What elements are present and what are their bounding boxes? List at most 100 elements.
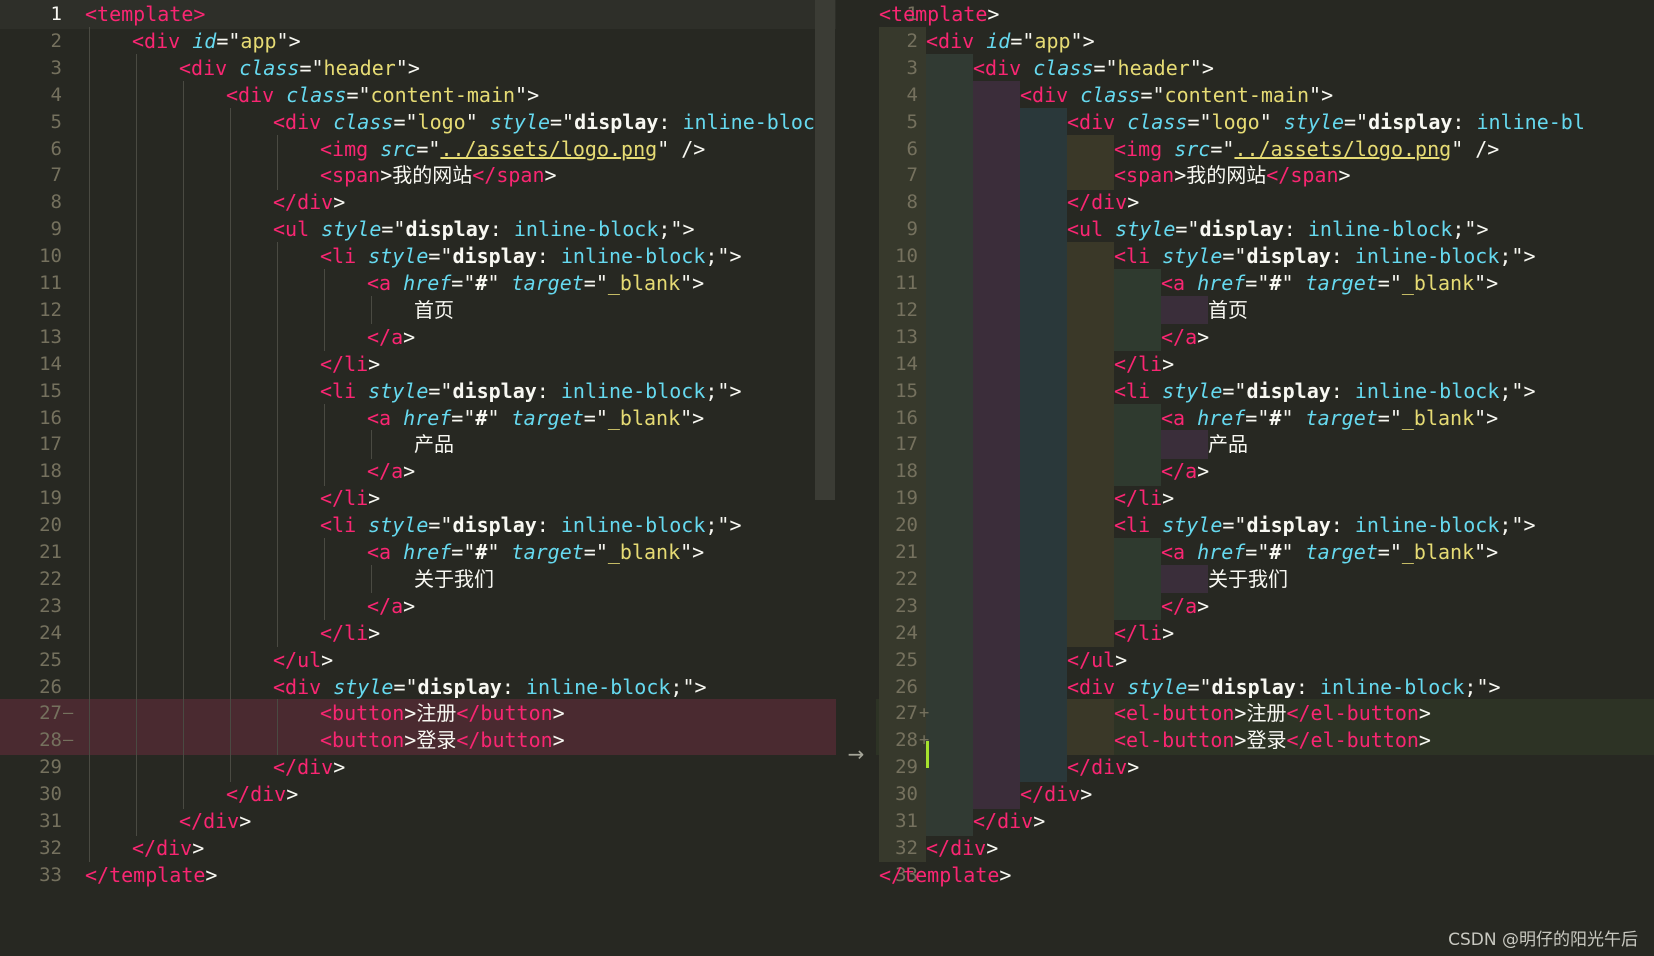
- line-number: 32: [39, 836, 62, 859]
- code-line[interactable]: 11 <a href="#" target="_blank">: [876, 269, 1654, 298]
- left-pane-scrollbar[interactable]: [815, 0, 835, 500]
- indent-guide: [136, 511, 137, 540]
- tag-token: <template: [879, 2, 988, 26]
- code-line[interactable]: 17 产品: [876, 430, 1654, 459]
- code-line[interactable]: 24 </li>: [0, 618, 836, 648]
- code-line[interactable]: 13 </a>: [876, 322, 1654, 352]
- code-line[interactable]: 28— <button>登录</button>: [0, 726, 836, 755]
- code-line[interactable]: 2 <div id="app">: [0, 26, 836, 56]
- value-token: inline-block: [560, 378, 706, 403]
- code-line[interactable]: 29 </div>: [876, 753, 1654, 782]
- code-line[interactable]: 20 <li style="display: inline-block;">: [0, 511, 836, 540]
- code-line[interactable]: 8 </div>: [0, 188, 836, 217]
- code-line[interactable]: 27 + <el-button>注册</el-button>: [876, 699, 1654, 728]
- code-line[interactable]: 6 <img src="../assets/logo.png" />: [876, 134, 1654, 163]
- line-number: 32: [895, 836, 918, 859]
- value-token: inline-bl: [1476, 109, 1585, 134]
- code-line[interactable]: 25 </ul>: [0, 645, 836, 675]
- indent-guide: [136, 242, 137, 271]
- code-line[interactable]: 7 <span>我的网站</span>: [876, 161, 1654, 190]
- code-line[interactable]: 15 <li style="display: inline-block;">: [876, 376, 1654, 406]
- code-line[interactable]: 17 产品: [0, 430, 836, 459]
- indent-guide: [136, 618, 137, 648]
- code-line[interactable]: 12 首页: [876, 295, 1654, 325]
- code-line[interactable]: 10 <li style="display: inline-block;">: [0, 242, 836, 271]
- code-line[interactable]: 1 <template>: [876, 0, 1654, 29]
- code-line[interactable]: 21 <a href="#" target="_blank">: [0, 538, 836, 567]
- code-line[interactable]: 14 </li>: [876, 349, 1654, 379]
- code-line[interactable]: 23 </a>: [0, 591, 836, 621]
- code-line[interactable]: 2 <div id="app">: [876, 26, 1654, 56]
- line-number: 30: [895, 783, 918, 806]
- indent-guide: [183, 403, 184, 432]
- indent-highlight: [926, 457, 973, 486]
- tag-token: <ul: [1067, 217, 1116, 242]
- punctuation-token: =": [416, 136, 441, 161]
- code-line[interactable]: 30 </div>: [876, 780, 1654, 809]
- indent-guide: [136, 80, 137, 110]
- code-content: <li style="display: inline-block;">: [320, 511, 742, 540]
- indent-highlight: [926, 80, 973, 110]
- code-line[interactable]: 32 </div>: [876, 833, 1654, 863]
- code-line[interactable]: 25 </ul>: [876, 645, 1654, 675]
- code-line[interactable]: 18 </a>: [0, 457, 836, 486]
- indent-guide: [89, 780, 90, 809]
- code-line[interactable]: 15 <li style="display: inline-block;">: [0, 376, 836, 406]
- punctuation-token: ">: [1070, 28, 1095, 53]
- code-line[interactable]: 3 <div class="header">: [0, 53, 836, 83]
- copy-change-arrow-icon[interactable]: →: [836, 740, 876, 769]
- code-line[interactable]: 31 </div>: [0, 807, 836, 836]
- code-line[interactable]: 28 + <el-button>登录</el-button>: [876, 726, 1654, 755]
- code-line[interactable]: 14 </li>: [0, 349, 836, 379]
- punctuation-token: ">: [1474, 405, 1499, 430]
- code-line[interactable]: 29 </div>: [0, 753, 836, 782]
- code-line[interactable]: 24 </li>: [876, 618, 1654, 648]
- code-line[interactable]: 26 <div style="display: inline-block;">: [0, 672, 836, 701]
- code-line[interactable]: 18 </a>: [876, 457, 1654, 486]
- code-line[interactable]: 32 </div>: [0, 833, 836, 863]
- indent-guide: [136, 726, 137, 755]
- code-line[interactable]: 33 </template>: [0, 861, 836, 890]
- code-line[interactable]: 11 <a href="#" target="_blank">: [0, 269, 836, 298]
- code-line[interactable]: 9 <ul style="display: inline-block;">: [0, 215, 836, 244]
- code-line[interactable]: 5 <div class="logo" style="display: inlin…: [876, 107, 1654, 137]
- code-line[interactable]: 16 <a href="#" target="_blank">: [0, 403, 836, 432]
- code-line[interactable]: 27— <button>注册</button>: [0, 699, 836, 728]
- code-line[interactable]: 23 </a>: [876, 591, 1654, 621]
- right-editor-pane[interactable]: 1 <template> 2 <div id="app"> 3 <div class="h…: [876, 0, 1654, 956]
- punctuation-token: >: [1162, 351, 1175, 376]
- code-line[interactable]: 19 </li>: [0, 484, 836, 513]
- indent-guide: [136, 349, 137, 379]
- code-line[interactable]: 4 <div class="content-main">: [876, 80, 1654, 110]
- code-line[interactable]: 4 <div class="content-main">: [0, 80, 836, 110]
- code-line[interactable]: 21 <a href="#" target="_blank">: [876, 538, 1654, 567]
- code-line[interactable]: 22 关于我们: [0, 564, 836, 594]
- left-editor-pane[interactable]: 1 <template> 2 <div id="app"> 3 <div class="h…: [0, 0, 836, 956]
- code-line[interactable]: 20 <li style="display: inline-block;">: [876, 511, 1654, 540]
- code-line[interactable]: 10 <li style="display: inline-block;">: [876, 242, 1654, 271]
- code-line[interactable]: 31 </div>: [876, 807, 1654, 836]
- code-line[interactable]: 33 </template>: [876, 861, 1654, 890]
- text-token: 首页: [1208, 297, 1248, 322]
- code-line[interactable]: 26 <div style="display: inline-block;">: [876, 672, 1654, 701]
- punctuation-token: ": [1281, 405, 1306, 430]
- code-line[interactable]: 8 </div>: [876, 188, 1654, 217]
- code-line[interactable]: 9 <ul style="display: inline-block;">: [876, 215, 1654, 244]
- code-line[interactable]: 22 关于我们: [876, 564, 1654, 594]
- code-line[interactable]: 12 首页: [0, 295, 836, 325]
- indent-guide: [230, 564, 231, 594]
- code-line[interactable]: 16 <a href="#" target="_blank">: [876, 403, 1654, 432]
- text-token: 产品: [1208, 432, 1248, 457]
- code-line[interactable]: 3 <div class="header">: [876, 53, 1654, 83]
- code-line[interactable]: 30 </div>: [0, 780, 836, 809]
- indent-guide: [89, 591, 90, 621]
- code-line[interactable]: 7 <span>我的网站</span>: [0, 161, 836, 190]
- code-line[interactable]: 5 <div class="logo" style="display: inlin…: [0, 107, 836, 137]
- code-line[interactable]: 1 <template>: [0, 0, 836, 29]
- code-line[interactable]: 13 </a>: [0, 322, 836, 352]
- code-line[interactable]: 19 </li>: [876, 484, 1654, 513]
- code-line[interactable]: 6 <img src="../assets/logo.png" />: [0, 134, 836, 163]
- indent-highlight: [973, 699, 1020, 728]
- string-token: content-main: [370, 82, 516, 107]
- tag-token: </div: [132, 835, 193, 860]
